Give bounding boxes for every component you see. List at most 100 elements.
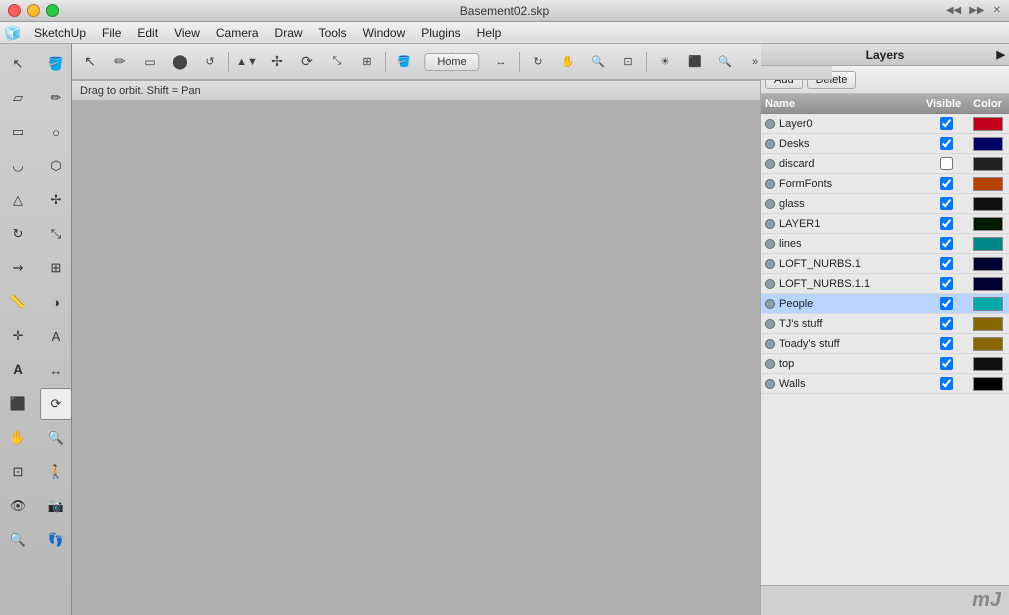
left-tool-14[interactable]: 📏 <box>2 286 34 318</box>
layer-color-swatch[interactable] <box>973 277 1003 291</box>
left-tool-11[interactable]: ⤡ <box>40 218 72 250</box>
layer-visibility-check[interactable] <box>924 197 969 210</box>
layer-visibility-checkbox[interactable] <box>940 197 953 210</box>
layer-visibility-checkbox[interactable] <box>940 257 953 270</box>
minimize-button[interactable] <box>27 4 40 17</box>
left-tool-1[interactable]: 🪣 <box>40 48 72 80</box>
offset-btn[interactable]: ⊞ <box>353 48 381 76</box>
layer-row[interactable]: Desks <box>761 134 1009 154</box>
left-tool-29[interactable]: 👣 <box>40 524 72 556</box>
layers-expand-button[interactable]: ▶ <box>997 48 1005 61</box>
push-pull-btn[interactable]: ▲▼ <box>233 48 261 76</box>
layer-visibility-check[interactable] <box>924 137 969 150</box>
layer-row[interactable]: People <box>761 294 1009 314</box>
menu-item-file[interactable]: File <box>94 24 129 42</box>
layer-visibility-checkbox[interactable] <box>940 377 953 390</box>
left-tool-13[interactable]: ⊞ <box>40 252 72 284</box>
layer-visibility-checkbox[interactable] <box>940 177 953 190</box>
layer-visibility-checkbox[interactable] <box>940 157 953 170</box>
menu-item-sketchup[interactable]: SketchUp <box>26 24 94 42</box>
layer-row[interactable]: discard <box>761 154 1009 174</box>
layer-visibility-checkbox[interactable] <box>940 297 953 310</box>
left-tool-28[interactable]: 🔍 <box>2 524 34 556</box>
layer-visibility-check[interactable] <box>924 297 969 310</box>
layer-visibility-checkbox[interactable] <box>940 317 953 330</box>
layer-visibility-check[interactable] <box>924 317 969 330</box>
layer-color-swatch[interactable] <box>973 257 1003 271</box>
layer-color-swatch[interactable] <box>973 197 1003 211</box>
layer-visibility-check[interactable] <box>924 337 969 350</box>
layer-visibility-checkbox[interactable] <box>940 117 953 130</box>
left-tool-27[interactable]: 📷 <box>40 490 72 522</box>
rotate-btn[interactable]: ⟳ <box>293 48 321 76</box>
left-tool-25[interactable]: 🚶 <box>40 456 72 488</box>
left-tool-8[interactable]: △ <box>2 184 34 216</box>
layer-color-swatch[interactable] <box>973 177 1003 191</box>
circle-tool-btn[interactable]: ⬤ <box>166 48 194 76</box>
layer-color-swatch[interactable] <box>973 337 1003 351</box>
layer-row[interactable]: top <box>761 354 1009 374</box>
layer-visibility-checkbox[interactable] <box>940 337 953 350</box>
layer-visibility-checkbox[interactable] <box>940 137 953 150</box>
layer-row[interactable]: glass <box>761 194 1009 214</box>
layer-color-swatch[interactable] <box>973 217 1003 231</box>
layer-visibility-checkbox[interactable] <box>940 237 953 250</box>
close-button[interactable] <box>8 4 21 17</box>
layer-visibility-check[interactable] <box>924 377 969 390</box>
arc-tool-btn[interactable]: ↺ <box>196 48 224 76</box>
layer-row[interactable]: FormFonts <box>761 174 1009 194</box>
left-tool-4[interactable]: ▭ <box>2 116 34 148</box>
layer-color-swatch[interactable] <box>973 297 1003 311</box>
layer-visibility-checkbox[interactable] <box>940 277 953 290</box>
layer-row[interactable]: LOFT_NURBS.1.1 <box>761 274 1009 294</box>
left-tool-22[interactable]: ✋ <box>2 422 34 454</box>
layer-visibility-check[interactable] <box>924 177 969 190</box>
left-tool-17[interactable]: A <box>40 320 72 352</box>
left-tool-15[interactable]: ◑ <box>40 286 72 318</box>
layer-row[interactable]: LAYER1 <box>761 214 1009 234</box>
layer-row[interactable]: TJ's stuff <box>761 314 1009 334</box>
left-tool-21[interactable]: ⟳ <box>40 388 72 420</box>
menu-item-plugins[interactable]: Plugins <box>413 24 468 42</box>
layer-row[interactable]: LOFT_NURBS.1 <box>761 254 1009 274</box>
layer-visibility-check[interactable] <box>924 117 969 130</box>
menu-item-edit[interactable]: Edit <box>129 24 166 42</box>
menu-item-draw[interactable]: Draw <box>267 24 311 42</box>
left-tool-23[interactable]: 🔍 <box>40 422 72 454</box>
menu-item-window[interactable]: Window <box>355 24 414 42</box>
search-btn[interactable]: 🔍 <box>711 48 739 76</box>
layer-color-swatch[interactable] <box>973 237 1003 251</box>
home-button[interactable]: Home <box>424 53 479 71</box>
left-tool-12[interactable]: ⇝ <box>2 252 34 284</box>
left-tool-7[interactable]: ⬡ <box>40 150 72 182</box>
layer-row[interactable]: Layer0 <box>761 114 1009 134</box>
zoom-extents-btn[interactable]: ⊡ <box>614 48 642 76</box>
next-icon[interactable]: ▶▶ <box>969 5 984 16</box>
orbit-btn[interactable]: ↻ <box>524 48 552 76</box>
left-tool-24[interactable]: ⊡ <box>2 456 34 488</box>
left-tool-5[interactable]: ○ <box>40 116 72 148</box>
left-tool-20[interactable]: ⬛ <box>2 388 34 420</box>
left-tool-16[interactable]: ✛ <box>2 320 34 352</box>
layer-visibility-check[interactable] <box>924 217 969 230</box>
maximize-button[interactable] <box>46 4 59 17</box>
layer-visibility-check[interactable] <box>924 237 969 250</box>
select-tool-btn[interactable]: ↖ <box>76 48 104 76</box>
left-tool-19[interactable]: ↔ <box>40 354 72 386</box>
layer-color-swatch[interactable] <box>973 317 1003 331</box>
layer-color-swatch[interactable] <box>973 157 1003 171</box>
sun-btn[interactable]: ☀ <box>651 48 679 76</box>
layer-visibility-checkbox[interactable] <box>940 357 953 370</box>
layer-row[interactable]: Toady's stuff <box>761 334 1009 354</box>
left-tool-10[interactable]: ↻ <box>2 218 34 250</box>
dim-btn[interactable]: ↔ <box>487 48 515 76</box>
layer-color-swatch[interactable] <box>973 357 1003 371</box>
menu-item-tools[interactable]: Tools <box>311 24 355 42</box>
paint-btn[interactable]: 🪣 <box>390 48 418 76</box>
left-tool-2[interactable]: ▱ <box>2 82 34 114</box>
layer-row[interactable]: lines <box>761 234 1009 254</box>
layer-visibility-check[interactable] <box>924 357 969 370</box>
zoom-btn[interactable]: 🔍 <box>584 48 612 76</box>
menu-item-help[interactable]: Help <box>469 24 510 42</box>
pan-btn[interactable]: ✋ <box>554 48 582 76</box>
